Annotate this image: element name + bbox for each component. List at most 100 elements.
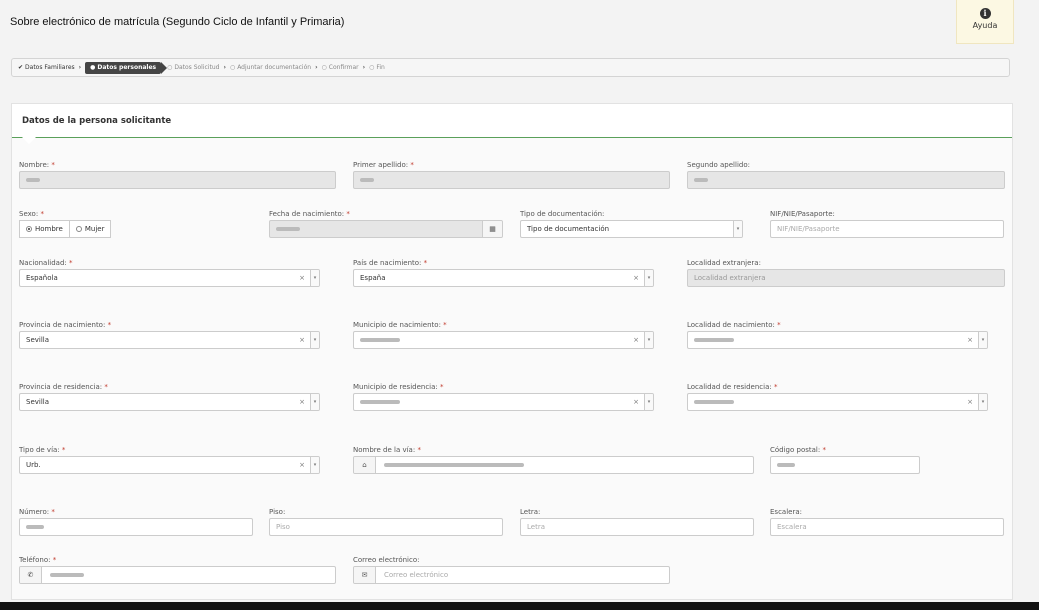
tipo-via-select[interactable]: Urb. × ▾ [19, 456, 320, 474]
numero-label: Número: * [19, 508, 55, 516]
sexo-radio-group: Hombre Mujer [19, 220, 139, 238]
clear-icon[interactable]: × [299, 270, 305, 286]
correo-input[interactable]: ✉ Correo electrónico [353, 566, 670, 584]
prov-nac-group: Provincia de nacimiento: * Sevilla × ▾ [19, 321, 320, 349]
breadcrumb: ✔ Datos Familiares › ● Datos personales ○ D… [11, 58, 1010, 77]
chevron-down-icon: ▾ [310, 394, 319, 410]
step-datos-personales[interactable]: ● Datos personales [85, 61, 168, 74]
circle-icon: ○ [229, 64, 236, 71]
cp-input[interactable] [770, 456, 920, 474]
prov-res-label: Provincia de residencia: * [19, 383, 108, 391]
nacionalidad-select[interactable]: Española × ▾ [19, 269, 320, 287]
sexo-hombre-label: Hombre [35, 225, 63, 233]
piso-input[interactable]: Piso [269, 518, 503, 536]
loc-res-select[interactable]: × ▾ [687, 393, 988, 411]
circle-icon: ○ [167, 64, 173, 71]
page-title: Sobre electrónico de matrícula (Segundo … [10, 16, 345, 28]
chevron-right-icon: › [362, 64, 366, 71]
sexo-label: Sexo: * [19, 210, 44, 218]
circle-filled-icon: ● [90, 64, 96, 71]
clear-icon[interactable]: × [633, 270, 639, 286]
tipo-doc-label: Tipo de documentación: [520, 210, 605, 218]
localidad-ext-label: Localidad extranjera: [687, 259, 761, 267]
piso-label: Piso: [269, 508, 286, 516]
envelope-icon: ✉ [354, 567, 376, 583]
fecha-label: Fecha de nacimiento: * [269, 210, 350, 218]
nombre-field [19, 171, 336, 189]
nacionalidad-group: Nacionalidad: * Española × ▾ [19, 259, 320, 287]
segundo-apellido-label: Segundo apellido: [687, 161, 750, 169]
telefono-group: Teléfono: * ✆ [19, 556, 336, 584]
loc-res-group: Localidad de residencia: * × ▾ [687, 383, 988, 411]
cp-group: Código postal: * [770, 446, 920, 474]
circle-icon: ○ [321, 64, 327, 71]
letra-label: Letra: [520, 508, 541, 516]
prov-res-select[interactable]: Sevilla × ▾ [19, 393, 320, 411]
nombre-group: Nombre: * [19, 161, 336, 189]
radio-unchecked-icon [75, 226, 82, 232]
pais-group: País de nacimiento: * España × ▾ [353, 259, 654, 287]
tipo-via-value: Urb. [26, 461, 41, 469]
nif-group: NIF/NIE/Pasaporte: NIF/NIE/Pasaporte [770, 210, 1004, 238]
chevron-right-icon: › [223, 64, 226, 71]
telefono-label: Teléfono: * [19, 556, 57, 564]
panel-title: Datos de la persona solicitante [12, 104, 1012, 138]
clear-icon[interactable]: × [299, 457, 305, 473]
telefono-input[interactable]: ✆ [19, 566, 336, 584]
nacionalidad-value: Española [26, 274, 58, 282]
step-fin[interactable]: ○ Fin [369, 64, 385, 71]
calendar-icon[interactable]: ▦ [482, 221, 502, 237]
primer-apellido-label: Primer apellido: * [353, 161, 414, 169]
chevron-down-icon: ▾ [733, 221, 742, 237]
escalera-input[interactable]: Escalera [770, 518, 1004, 536]
prov-nac-select[interactable]: Sevilla × ▾ [19, 331, 320, 349]
mun-res-select[interactable]: × ▾ [353, 393, 654, 411]
numero-input[interactable] [19, 518, 253, 536]
piso-group: Piso: Piso [269, 508, 503, 536]
letra-input[interactable]: Letra [520, 518, 754, 536]
localidad-ext-input: Localidad extranjera [687, 269, 1005, 287]
step-datos-familiares[interactable]: ✔ Datos Familiares [18, 64, 75, 71]
mun-nac-label: Municipio de nacimiento: * [353, 321, 447, 329]
tipo-doc-group: Tipo de documentación: Tipo de documenta… [520, 210, 743, 238]
step-adjuntar-documentacion[interactable]: ○ Adjuntar documentación [230, 64, 311, 71]
escalera-label: Escalera: [770, 508, 802, 516]
phone-icon: ✆ [20, 567, 42, 583]
nombre-label: Nombre: * [19, 161, 55, 169]
mun-nac-select[interactable]: × ▾ [353, 331, 654, 349]
tipo-doc-select[interactable]: Tipo de documentación ▾ [520, 220, 743, 238]
check-circle-icon: ✔ [18, 64, 24, 71]
segundo-apellido-field [687, 171, 1005, 189]
nif-label: NIF/NIE/Pasaporte: [770, 210, 835, 218]
mun-res-label: Municipio de residencia: * [353, 383, 444, 391]
clear-icon[interactable]: × [633, 332, 639, 348]
circle-icon: ○ [369, 64, 375, 71]
nif-input[interactable]: NIF/NIE/Pasaporte [770, 220, 1004, 238]
fecha-field[interactable]: ▦ [269, 220, 503, 238]
pais-value: España [360, 274, 386, 282]
sexo-mujer-label: Mujer [84, 225, 105, 233]
chevron-down-icon: ▾ [978, 394, 987, 410]
primer-apellido-group: Primer apellido: * [353, 161, 670, 189]
clear-icon[interactable]: × [299, 332, 305, 348]
step-datos-solicitud[interactable]: ○ Datos Solicitud [167, 64, 219, 71]
clear-icon[interactable]: × [633, 394, 639, 410]
tipo-via-group: Tipo de vía: * Urb. × ▾ [19, 446, 320, 474]
clear-icon[interactable]: × [967, 394, 973, 410]
info-icon: i [979, 8, 991, 19]
help-button[interactable]: i Ayuda [956, 0, 1014, 44]
nombre-via-input[interactable]: ⌂ [353, 456, 754, 474]
loc-res-label: Localidad de residencia: * [687, 383, 778, 391]
segundo-apellido-group: Segundo apellido: [687, 161, 1005, 189]
loc-nac-select[interactable]: × ▾ [687, 331, 988, 349]
chevron-down-icon: ▾ [644, 332, 653, 348]
localidad-ext-group: Localidad extranjera: Localidad extranje… [687, 259, 1005, 287]
cp-label: Código postal: * [770, 446, 826, 454]
clear-icon[interactable]: × [299, 394, 305, 410]
sexo-hombre-radio[interactable]: Hombre [19, 220, 70, 238]
pais-select[interactable]: España × ▾ [353, 269, 654, 287]
step-confirmar[interactable]: ○ Confirmar [322, 64, 359, 71]
chevron-down-icon: ▾ [644, 394, 653, 410]
sexo-mujer-radio[interactable]: Mujer [69, 220, 112, 238]
clear-icon[interactable]: × [967, 332, 973, 348]
